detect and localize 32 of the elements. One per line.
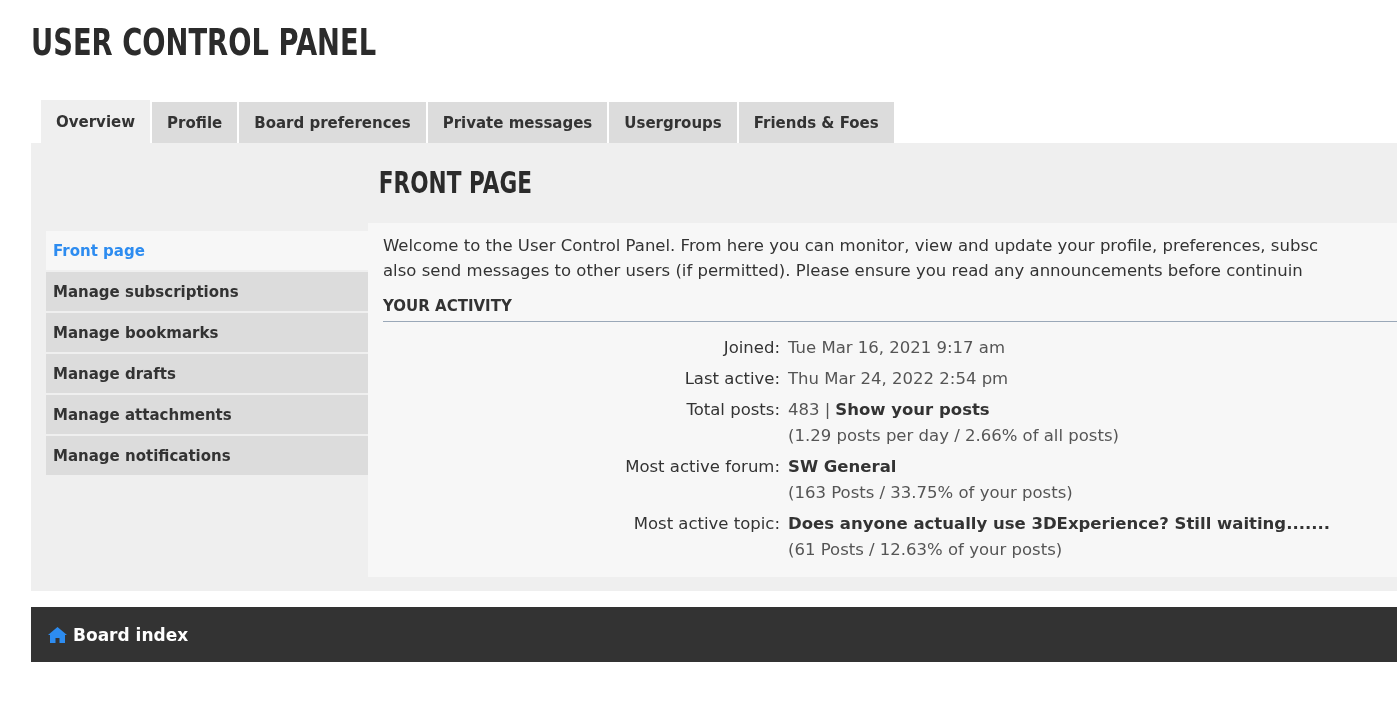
- tab[interactable]: Board preferences: [239, 102, 426, 143]
- sidebar-item[interactable]: Manage subscriptions: [46, 272, 368, 311]
- field-label: Joined:: [722, 337, 780, 359]
- field-label: Total posts:: [685, 399, 780, 421]
- field-detail: (163 Posts / 33.75% of your posts): [788, 482, 1074, 504]
- sidebar-item[interactable]: Manage attachments: [46, 395, 368, 434]
- tab[interactable]: Usergroups: [609, 102, 737, 143]
- tab[interactable]: Friends & Foes: [738, 102, 894, 143]
- link[interactable]: Does anyone actually use 3DExperience? Still waiting.......: [788, 511, 1331, 537]
- field-value: Thu Mar 24, 2022 2:54 pm: [788, 368, 1009, 390]
- home-icon: [48, 626, 67, 643]
- activity-title: YOUR ACTIVITY: [383, 297, 1397, 322]
- sidebar-item[interactable]: Manage notifications: [46, 436, 368, 475]
- field-label: Most active forum:: [624, 456, 780, 478]
- sidebar-item[interactable]: Manage drafts: [46, 354, 368, 393]
- board-index-link[interactable]: Board index: [48, 624, 189, 645]
- link[interactable]: Show your posts: [835, 397, 990, 423]
- sidebar-item[interactable]: Manage bookmarks: [46, 313, 368, 352]
- field-detail: (1.29 posts per day / 2.66% of all posts): [788, 425, 1120, 447]
- page-title: USER CONTROL PANEL: [31, 20, 377, 64]
- link[interactable]: SW General: [788, 454, 897, 480]
- field-detail: (61 Posts / 12.63% of your posts): [788, 539, 1064, 561]
- field-label: Last active:: [683, 368, 780, 390]
- intro-text: Welcome to the User Control Panel. From here you can monitor, view and update your profile, preferences, subsc: [383, 235, 1320, 257]
- tab[interactable]: Private messages: [427, 102, 608, 143]
- field-value: Tue Mar 16, 2021 9:17 am: [788, 337, 1005, 359]
- field-label: Most active topic:: [632, 513, 780, 535]
- intro-text: also send messages to other users (if permitted). Please ensure you read any announcements before continuin: [383, 260, 1304, 282]
- section-heading: FRONT PAGE: [377, 164, 533, 202]
- tab[interactable]: Profile: [152, 102, 238, 143]
- tab[interactable]: Overview: [41, 100, 151, 143]
- field-value: 483 |: [788, 399, 831, 421]
